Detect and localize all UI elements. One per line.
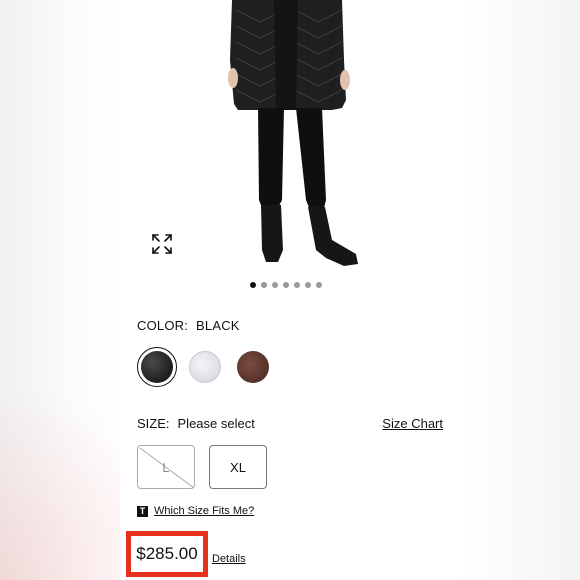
size-option-label: XL (230, 459, 246, 475)
product-page: COLOR: BLACK SIZE: Please select Size Char… (120, 0, 460, 580)
gallery-dot[interactable] (316, 282, 322, 288)
size-option-label: L (162, 459, 170, 475)
size-prompt: Please select (177, 416, 255, 431)
gallery-dot[interactable] (272, 282, 278, 288)
color-value: BLACK (196, 318, 240, 333)
size-label: SIZE: (137, 416, 170, 431)
color-swatch-white[interactable] (189, 351, 221, 383)
which-size-fits-link[interactable]: Which Size Fits Me? (154, 505, 254, 517)
fit-tool-icon: T (137, 505, 148, 517)
color-swatch-brown[interactable] (237, 351, 269, 383)
size-heading: SIZE: Please select (137, 416, 255, 431)
color-heading: COLOR: BLACK (137, 318, 240, 333)
size-fit-row: T Which Size Fits Me? (137, 505, 254, 517)
price: $285.00 (136, 544, 198, 563)
gallery-pagination (250, 282, 322, 290)
expand-icon[interactable] (150, 232, 174, 256)
size-option-xl[interactable]: XL (209, 445, 267, 489)
size-chart-link[interactable]: Size Chart (382, 416, 443, 431)
gallery-dot[interactable] (261, 282, 267, 288)
color-swatch-black[interactable] (141, 351, 173, 383)
price-details-link[interactable]: Details (212, 553, 246, 565)
gallery-dot[interactable] (283, 282, 289, 288)
gallery-dot[interactable] (305, 282, 311, 288)
gallery-dot[interactable] (250, 282, 256, 288)
size-option-l[interactable]: L (137, 445, 195, 489)
color-label: COLOR: (137, 318, 189, 333)
price-highlight: $285.00 (126, 531, 208, 577)
gallery-dot[interactable] (294, 282, 300, 288)
